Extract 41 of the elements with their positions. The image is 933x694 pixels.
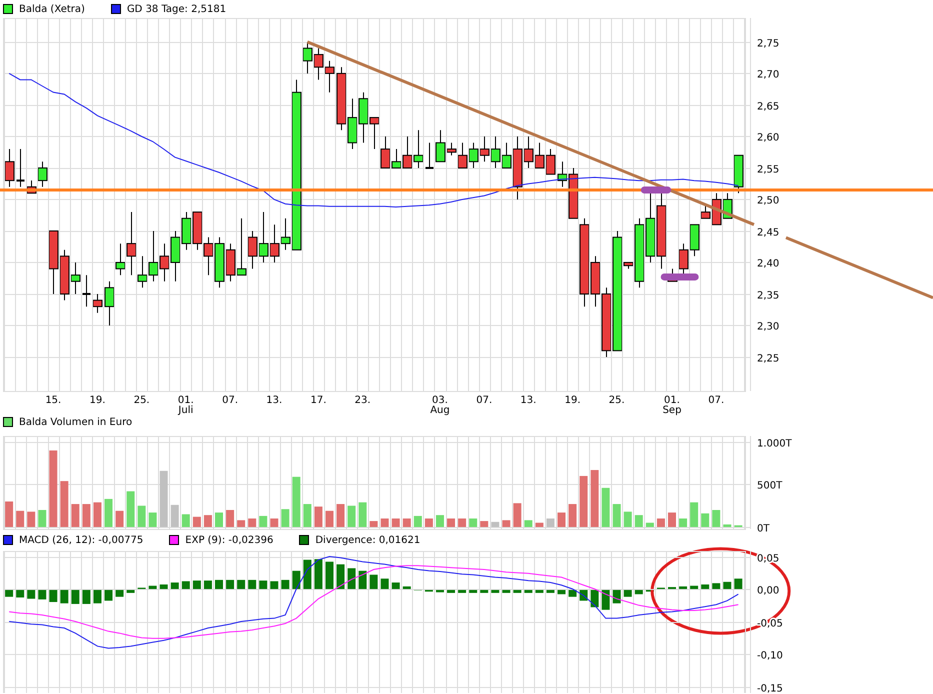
legend-label: MACD (26, 12): -0,00775	[19, 534, 144, 546]
x-axis-label: 23.	[354, 395, 371, 406]
x-axis-label: 13.	[520, 395, 536, 406]
y-axis-label: -0,10	[757, 650, 783, 662]
legend-label: Divergence: 0,01621	[315, 534, 420, 546]
x-axis-label: 25.	[608, 395, 625, 406]
y-axis-label: 2,40	[757, 258, 780, 270]
x-axis-label: 15.	[45, 395, 62, 406]
month-label: Aug	[430, 405, 450, 416]
x-axis-label: 07.	[708, 395, 724, 406]
month-label: Juli	[178, 405, 194, 416]
y-axis-label: 0T	[757, 524, 770, 534]
legend-label: Balda (Xetra)	[19, 4, 85, 14]
legend-label: GD 38 Tage: 2,5181	[126, 4, 226, 14]
y-axis-label: 500T	[757, 480, 782, 492]
y-axis-label: 2,35	[757, 290, 780, 302]
x-axis-label: 01.	[664, 395, 680, 406]
legend-label: EXP (9): -0,02396	[185, 534, 274, 546]
x-axis-label: 19.	[90, 395, 106, 406]
y-axis-label: 2,55	[757, 164, 780, 176]
legend-label: Balda Volumen in Euro	[19, 416, 132, 428]
x-axis-label: 01.	[178, 395, 194, 406]
x-axis-label: 13.	[266, 395, 282, 406]
y-axis-label: 2,50	[757, 196, 780, 206]
y-axis-label: 2,70	[757, 70, 780, 80]
x-axis-label: 17.	[310, 395, 326, 406]
y-axis-label: 2,45	[757, 228, 780, 238]
y-axis-label: 2,75	[757, 38, 780, 50]
y-axis-label: 2,65	[757, 102, 780, 112]
x-axis-label: 07.	[476, 395, 492, 406]
y-axis-label: 1.000T	[757, 438, 792, 450]
y-axis-label: 2,30	[757, 322, 780, 332]
x-axis-label: 07.	[222, 395, 238, 406]
y-axis-label: -0,15	[757, 684, 783, 693]
x-axis-label: 03.	[432, 395, 448, 406]
x-axis-label: 19.	[564, 395, 581, 406]
y-axis-label: 2,25	[757, 354, 780, 364]
month-label: Sep	[662, 405, 682, 416]
y-axis-label: 2,60	[757, 132, 780, 144]
y-axis-label: 0,00	[757, 586, 780, 596]
x-axis-label: 25.	[134, 395, 150, 406]
